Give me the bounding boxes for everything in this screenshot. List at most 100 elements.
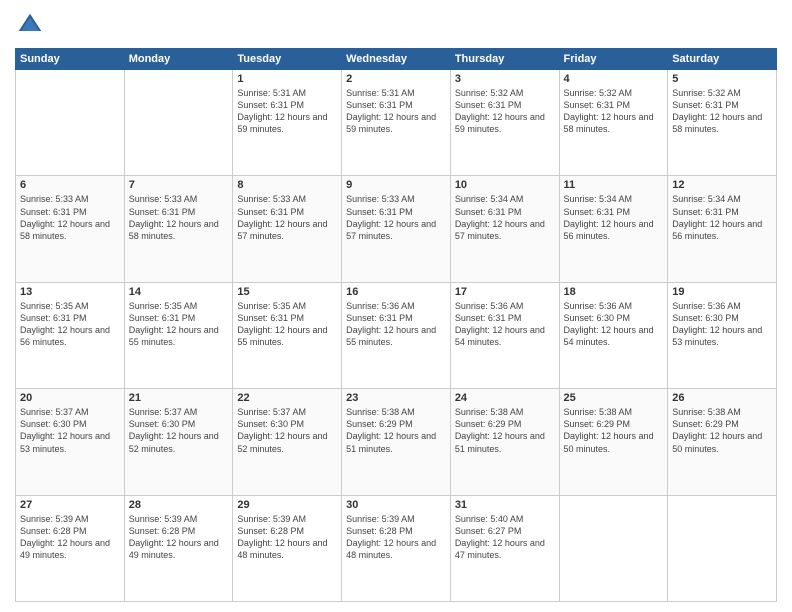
week-row-4: 27 Sunrise: 5:39 AM Sunset: 6:28 PM Dayli… bbox=[16, 495, 777, 601]
day-info: Sunrise: 5:36 AM Sunset: 6:31 PM Dayligh… bbox=[455, 300, 555, 349]
day-number: 20 bbox=[20, 392, 120, 404]
day-info: Sunrise: 5:33 AM Sunset: 6:31 PM Dayligh… bbox=[129, 193, 229, 242]
calendar-cell: 2Sunrise: 5:31 AM Sunset: 6:31 PM Daylig… bbox=[342, 70, 451, 176]
day-number: 6 bbox=[20, 179, 120, 191]
calendar-cell: 24 Sunrise: 5:38 AM Sunset: 6:29 PM Dayli… bbox=[450, 389, 559, 495]
calendar-cell bbox=[559, 495, 668, 601]
day-info: Sunrise: 5:35 AM Sunset: 6:31 PM Dayligh… bbox=[237, 300, 337, 349]
calendar-cell: 22 Sunrise: 5:37 AM Sunset: 6:30 PM Dayli… bbox=[233, 389, 342, 495]
day-info: Sunrise: 5:36 AM Sunset: 6:30 PM Dayligh… bbox=[672, 300, 772, 349]
week-row-3: 20 Sunrise: 5:37 AM Sunset: 6:30 PM Dayli… bbox=[16, 389, 777, 495]
day-info: Sunrise: 5:38 AM Sunset: 6:29 PM Dayligh… bbox=[455, 406, 555, 455]
calendar-cell: 30 Sunrise: 5:39 AM Sunset: 6:28 PM Dayli… bbox=[342, 495, 451, 601]
week-row-0: 1 Sunrise: 5:31 AM Sunset: 6:31 PM Daylig… bbox=[16, 70, 777, 176]
day-info: Sunrise: 5:39 AM Sunset: 6:28 PM Dayligh… bbox=[129, 513, 229, 562]
week-row-1: 6 Sunrise: 5:33 AM Sunset: 6:31 PM Daylig… bbox=[16, 176, 777, 282]
calendar-cell: 25 Sunrise: 5:38 AM Sunset: 6:29 PM Dayli… bbox=[559, 389, 668, 495]
calendar-cell: 20 Sunrise: 5:37 AM Sunset: 6:30 PM Dayli… bbox=[16, 389, 125, 495]
day-info: Sunrise: 5:32 AM Sunset: 6:31 PM Dayligh… bbox=[564, 87, 664, 136]
calendar-cell: 11 Sunrise: 5:34 AM Sunset: 6:31 PM Dayli… bbox=[559, 176, 668, 282]
day-info: Sunrise: 5:35 AM Sunset: 6:31 PM Dayligh… bbox=[129, 300, 229, 349]
calendar-header-row: SundayMondayTuesdayWednesdayThursdayFrid… bbox=[16, 49, 777, 70]
day-number: 1 bbox=[237, 73, 337, 85]
day-number: 17 bbox=[455, 286, 555, 298]
calendar-cell: 4Sunrise: 5:32 AM Sunset: 6:31 PM Daylig… bbox=[559, 70, 668, 176]
day-header-tuesday: Tuesday bbox=[233, 49, 342, 70]
day-info: Sunrise: 5:32 AM Sunset: 6:31 PM Dayligh… bbox=[672, 87, 772, 136]
day-number: 18 bbox=[564, 286, 664, 298]
calendar-cell: 7 Sunrise: 5:33 AM Sunset: 6:31 PM Daylig… bbox=[124, 176, 233, 282]
day-number: 21 bbox=[129, 392, 229, 404]
day-number: 27 bbox=[20, 499, 120, 511]
day-number: 30 bbox=[346, 499, 446, 511]
day-number: 10 bbox=[455, 179, 555, 191]
day-number: 19 bbox=[672, 286, 772, 298]
calendar-cell: 18 Sunrise: 5:36 AM Sunset: 6:30 PM Dayli… bbox=[559, 282, 668, 388]
day-number: 23 bbox=[346, 392, 446, 404]
day-info: Sunrise: 5:34 AM Sunset: 6:31 PM Dayligh… bbox=[672, 193, 772, 242]
day-info: Sunrise: 5:34 AM Sunset: 6:31 PM Dayligh… bbox=[455, 193, 555, 242]
day-number: 8 bbox=[237, 179, 337, 191]
day-number: 11 bbox=[564, 179, 664, 191]
calendar-cell: 10 Sunrise: 5:34 AM Sunset: 6:31 PM Dayli… bbox=[450, 176, 559, 282]
calendar-cell: 3 Sunrise: 5:32 AM Sunset: 6:31 PM Daylig… bbox=[450, 70, 559, 176]
calendar-cell: 31Sunrise: 5:40 AM Sunset: 6:27 PM Dayli… bbox=[450, 495, 559, 601]
day-info: Sunrise: 5:36 AM Sunset: 6:30 PM Dayligh… bbox=[564, 300, 664, 349]
day-header-sunday: Sunday bbox=[16, 49, 125, 70]
day-number: 25 bbox=[564, 392, 664, 404]
day-number: 26 bbox=[672, 392, 772, 404]
calendar-cell: 29Sunrise: 5:39 AM Sunset: 6:28 PM Dayli… bbox=[233, 495, 342, 601]
day-number: 28 bbox=[129, 499, 229, 511]
day-number: 24 bbox=[455, 392, 555, 404]
day-info: Sunrise: 5:38 AM Sunset: 6:29 PM Dayligh… bbox=[564, 406, 664, 455]
day-header-saturday: Saturday bbox=[668, 49, 777, 70]
calendar-cell: 16 Sunrise: 5:36 AM Sunset: 6:31 PM Dayli… bbox=[342, 282, 451, 388]
day-number: 31 bbox=[455, 499, 555, 511]
day-number: 12 bbox=[672, 179, 772, 191]
day-header-friday: Friday bbox=[559, 49, 668, 70]
calendar-cell: 19 Sunrise: 5:36 AM Sunset: 6:30 PM Dayli… bbox=[668, 282, 777, 388]
calendar-cell: 12 Sunrise: 5:34 AM Sunset: 6:31 PM Dayli… bbox=[668, 176, 777, 282]
calendar-cell bbox=[16, 70, 125, 176]
calendar-cell: 6Sunrise: 5:33 AM Sunset: 6:31 PM Daylig… bbox=[16, 176, 125, 282]
calendar-cell: 21 Sunrise: 5:37 AM Sunset: 6:30 PM Dayli… bbox=[124, 389, 233, 495]
day-info: Sunrise: 5:38 AM Sunset: 6:29 PM Dayligh… bbox=[672, 406, 772, 455]
header bbox=[15, 10, 777, 40]
day-number: 5 bbox=[672, 73, 772, 85]
calendar-cell bbox=[124, 70, 233, 176]
day-info: Sunrise: 5:31 AM Sunset: 6:31 PM Dayligh… bbox=[237, 87, 337, 136]
calendar-cell: 1 Sunrise: 5:31 AM Sunset: 6:31 PM Daylig… bbox=[233, 70, 342, 176]
calendar-cell: 13 Sunrise: 5:35 AM Sunset: 6:31 PM Dayli… bbox=[16, 282, 125, 388]
calendar-cell: 14 Sunrise: 5:35 AM Sunset: 6:31 PM Dayli… bbox=[124, 282, 233, 388]
logo-icon bbox=[15, 10, 45, 40]
day-info: Sunrise: 5:37 AM Sunset: 6:30 PM Dayligh… bbox=[129, 406, 229, 455]
calendar-cell bbox=[668, 495, 777, 601]
day-number: 16 bbox=[346, 286, 446, 298]
day-info: Sunrise: 5:36 AM Sunset: 6:31 PM Dayligh… bbox=[346, 300, 446, 349]
day-number: 9 bbox=[346, 179, 446, 191]
day-number: 13 bbox=[20, 286, 120, 298]
calendar-cell: 27Sunrise: 5:39 AM Sunset: 6:28 PM Dayli… bbox=[16, 495, 125, 601]
day-info: Sunrise: 5:37 AM Sunset: 6:30 PM Dayligh… bbox=[20, 406, 120, 455]
day-number: 22 bbox=[237, 392, 337, 404]
day-info: Sunrise: 5:33 AM Sunset: 6:31 PM Dayligh… bbox=[237, 193, 337, 242]
day-number: 7 bbox=[129, 179, 229, 191]
day-header-monday: Monday bbox=[124, 49, 233, 70]
day-info: Sunrise: 5:34 AM Sunset: 6:31 PM Dayligh… bbox=[564, 193, 664, 242]
calendar-cell: 5 Sunrise: 5:32 AM Sunset: 6:31 PM Daylig… bbox=[668, 70, 777, 176]
day-info: Sunrise: 5:39 AM Sunset: 6:28 PM Dayligh… bbox=[237, 513, 337, 562]
day-number: 14 bbox=[129, 286, 229, 298]
day-info: Sunrise: 5:35 AM Sunset: 6:31 PM Dayligh… bbox=[20, 300, 120, 349]
day-info: Sunrise: 5:32 AM Sunset: 6:31 PM Dayligh… bbox=[455, 87, 555, 136]
day-info: Sunrise: 5:37 AM Sunset: 6:30 PM Dayligh… bbox=[237, 406, 337, 455]
calendar-cell: 23 Sunrise: 5:38 AM Sunset: 6:29 PM Dayli… bbox=[342, 389, 451, 495]
calendar-cell: 28 Sunrise: 5:39 AM Sunset: 6:28 PM Dayli… bbox=[124, 495, 233, 601]
calendar-cell: 15Sunrise: 5:35 AM Sunset: 6:31 PM Dayli… bbox=[233, 282, 342, 388]
day-info: Sunrise: 5:39 AM Sunset: 6:28 PM Dayligh… bbox=[346, 513, 446, 562]
calendar-cell: 17 Sunrise: 5:36 AM Sunset: 6:31 PM Dayli… bbox=[450, 282, 559, 388]
calendar-cell: 9 Sunrise: 5:33 AM Sunset: 6:31 PM Daylig… bbox=[342, 176, 451, 282]
day-number: 3 bbox=[455, 73, 555, 85]
day-info: Sunrise: 5:33 AM Sunset: 6:31 PM Dayligh… bbox=[346, 193, 446, 242]
calendar-cell: 26 Sunrise: 5:38 AM Sunset: 6:29 PM Dayli… bbox=[668, 389, 777, 495]
day-info: Sunrise: 5:38 AM Sunset: 6:29 PM Dayligh… bbox=[346, 406, 446, 455]
